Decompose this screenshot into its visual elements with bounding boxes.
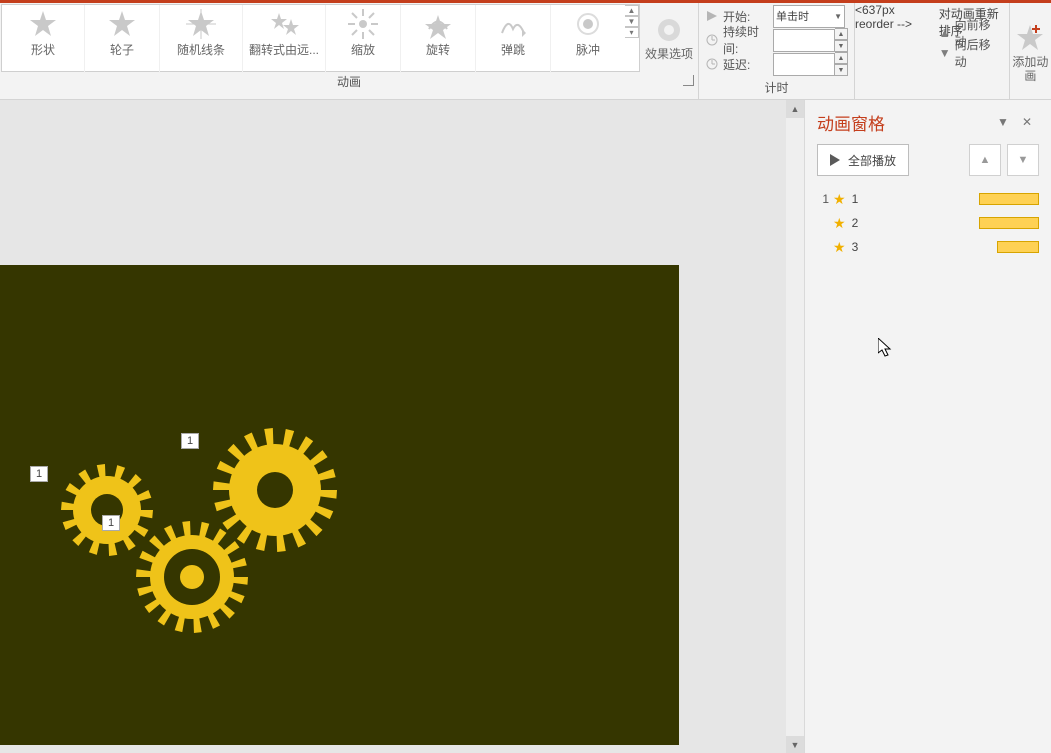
anim-random-bars[interactable]: 随机线条 xyxy=(159,5,242,73)
duration-label: 持续时间: xyxy=(723,23,773,57)
gallery-scroll[interactable]: ▲ ▼ ▾ xyxy=(625,5,639,38)
slide-canvas-area: ▲ ▼ xyxy=(0,100,804,753)
anim-label: 形状 xyxy=(31,41,55,58)
play-icon xyxy=(830,154,840,166)
gallery-up-icon[interactable]: ▲ xyxy=(625,5,639,16)
item-name: 2 xyxy=(852,216,979,230)
play-all-label: 全部播放 xyxy=(848,152,896,169)
start-label: 开始: xyxy=(723,8,773,25)
anim-zoom[interactable]: 缩放 xyxy=(325,5,400,73)
anim-wheel[interactable]: 轮子 xyxy=(84,5,159,73)
gear-icon[interactable] xyxy=(57,460,157,560)
star-burst-icon xyxy=(186,9,216,39)
arrow-up-icon: ▲ xyxy=(939,26,951,40)
timing-group: 开始: 单击时▼ 持续时间: ▲▼ 延迟: ▲▼ 计时 xyxy=(699,3,855,99)
group-label-animation: 动画 xyxy=(0,69,698,99)
play-icon xyxy=(705,9,719,23)
ribbon: 形状 轮子 随机线条 翻转式由远... 缩放 xyxy=(0,3,1051,100)
anim-label: 弹跳 xyxy=(501,41,525,58)
bounce-icon xyxy=(498,9,528,39)
group-label-timing: 计时 xyxy=(705,75,848,99)
anim-label: 缩放 xyxy=(351,41,375,58)
clock-icon xyxy=(705,33,719,47)
anim-label: 脉冲 xyxy=(576,41,600,58)
move-down-button[interactable]: ▼ xyxy=(1007,144,1039,176)
list-item[interactable]: ★ 2 xyxy=(817,212,1039,234)
add-animation-button[interactable]: 添加动画 xyxy=(1010,3,1051,99)
animation-tag[interactable]: 1 xyxy=(102,515,120,531)
reorder-group: 对动画重新排序 ▲向前移动 ▼向后移动 xyxy=(929,3,1010,99)
start-value: 单击时 xyxy=(776,8,809,24)
item-seq: 1 xyxy=(817,192,829,206)
item-name: 1 xyxy=(852,192,979,206)
effect-options-label: 效果选项 xyxy=(645,47,693,61)
spinner-down-icon[interactable]: ▼ xyxy=(835,40,848,52)
list-item[interactable]: 1 ★ 1 xyxy=(817,188,1039,210)
timing-bar xyxy=(979,217,1039,229)
animation-list: 1 ★ 1 ★ 2 ★ 3 xyxy=(805,188,1051,260)
animation-tag[interactable]: 1 xyxy=(30,466,48,482)
pulse-icon xyxy=(573,9,603,39)
move-later-button[interactable]: ▼向后移动 xyxy=(939,43,1001,63)
delay-label: 延迟: xyxy=(723,56,773,73)
delay-input[interactable] xyxy=(773,53,835,76)
star-icon: ★ xyxy=(833,239,846,256)
scroll-up-icon[interactable]: ▲ xyxy=(786,100,804,118)
anim-pulse[interactable]: 脉冲 xyxy=(550,5,625,73)
anim-swivel[interactable]: 旋转 xyxy=(400,5,475,73)
animation-tag[interactable]: 1 xyxy=(181,433,199,449)
vertical-scrollbar[interactable]: ▲ ▼ xyxy=(786,100,804,753)
gallery-down-icon[interactable]: ▼ xyxy=(625,16,639,27)
move-up-button[interactable]: ▲ xyxy=(969,144,1001,176)
anim-label: 随机线条 xyxy=(177,41,225,58)
clock-icon xyxy=(705,57,719,71)
star-icon: ★ xyxy=(833,215,846,232)
anim-shape[interactable]: 形状 xyxy=(2,5,84,73)
close-icon[interactable]: ✕ xyxy=(1015,110,1039,134)
slide[interactable]: 1 1 1 xyxy=(0,265,679,745)
list-item[interactable]: ★ 3 xyxy=(817,236,1039,258)
animation-pane: 动画窗格 ▼ ✕ 全部播放 ▲ ▼ 1 ★ 1 ★ 2 xyxy=(804,100,1051,753)
swirl-icon xyxy=(423,9,453,39)
star-icon: ★ xyxy=(833,191,846,208)
pane-title: 动画窗格 xyxy=(817,110,991,135)
spinner-up-icon[interactable]: ▲ xyxy=(835,52,848,64)
gallery-more-icon[interactable]: ▾ xyxy=(625,27,639,38)
timing-bar xyxy=(997,241,1039,253)
burst-icon xyxy=(348,9,378,39)
pane-menu-icon[interactable]: ▼ xyxy=(991,110,1015,134)
effect-options-icon xyxy=(654,15,684,45)
anim-label: 轮子 xyxy=(110,41,134,58)
double-star-icon xyxy=(269,9,299,39)
anim-label: 翻转式由远... xyxy=(249,41,319,58)
anim-grow-turn[interactable]: 翻转式由远... xyxy=(242,5,325,73)
dialog-launcher-icon[interactable] xyxy=(683,75,694,86)
scroll-down-icon[interactable]: ▼ xyxy=(786,736,804,753)
effect-options-button[interactable]: 效果选项 xyxy=(640,3,698,69)
play-all-button[interactable]: 全部播放 xyxy=(817,144,909,176)
star-icon xyxy=(28,9,58,39)
add-star-icon xyxy=(1015,23,1045,53)
spinner-up-icon[interactable]: ▲ xyxy=(835,28,848,40)
timing-bar xyxy=(979,193,1039,205)
star-icon xyxy=(107,9,137,39)
anim-bounce[interactable]: 弹跳 xyxy=(475,5,550,73)
item-name: 3 xyxy=(852,240,997,254)
chevron-down-icon: ▼ xyxy=(834,12,842,21)
arrow-down-icon: ▼ xyxy=(939,46,951,60)
anim-label: 旋转 xyxy=(426,41,450,58)
add-animation-label: 添加动画 xyxy=(1010,55,1051,83)
start-select[interactable]: 单击时 ▼ xyxy=(773,5,845,28)
duration-input[interactable] xyxy=(773,29,835,52)
move-later-label: 向后移动 xyxy=(955,36,1001,70)
animation-gallery[interactable]: 形状 轮子 随机线条 翻转式由远... 缩放 xyxy=(1,4,640,72)
